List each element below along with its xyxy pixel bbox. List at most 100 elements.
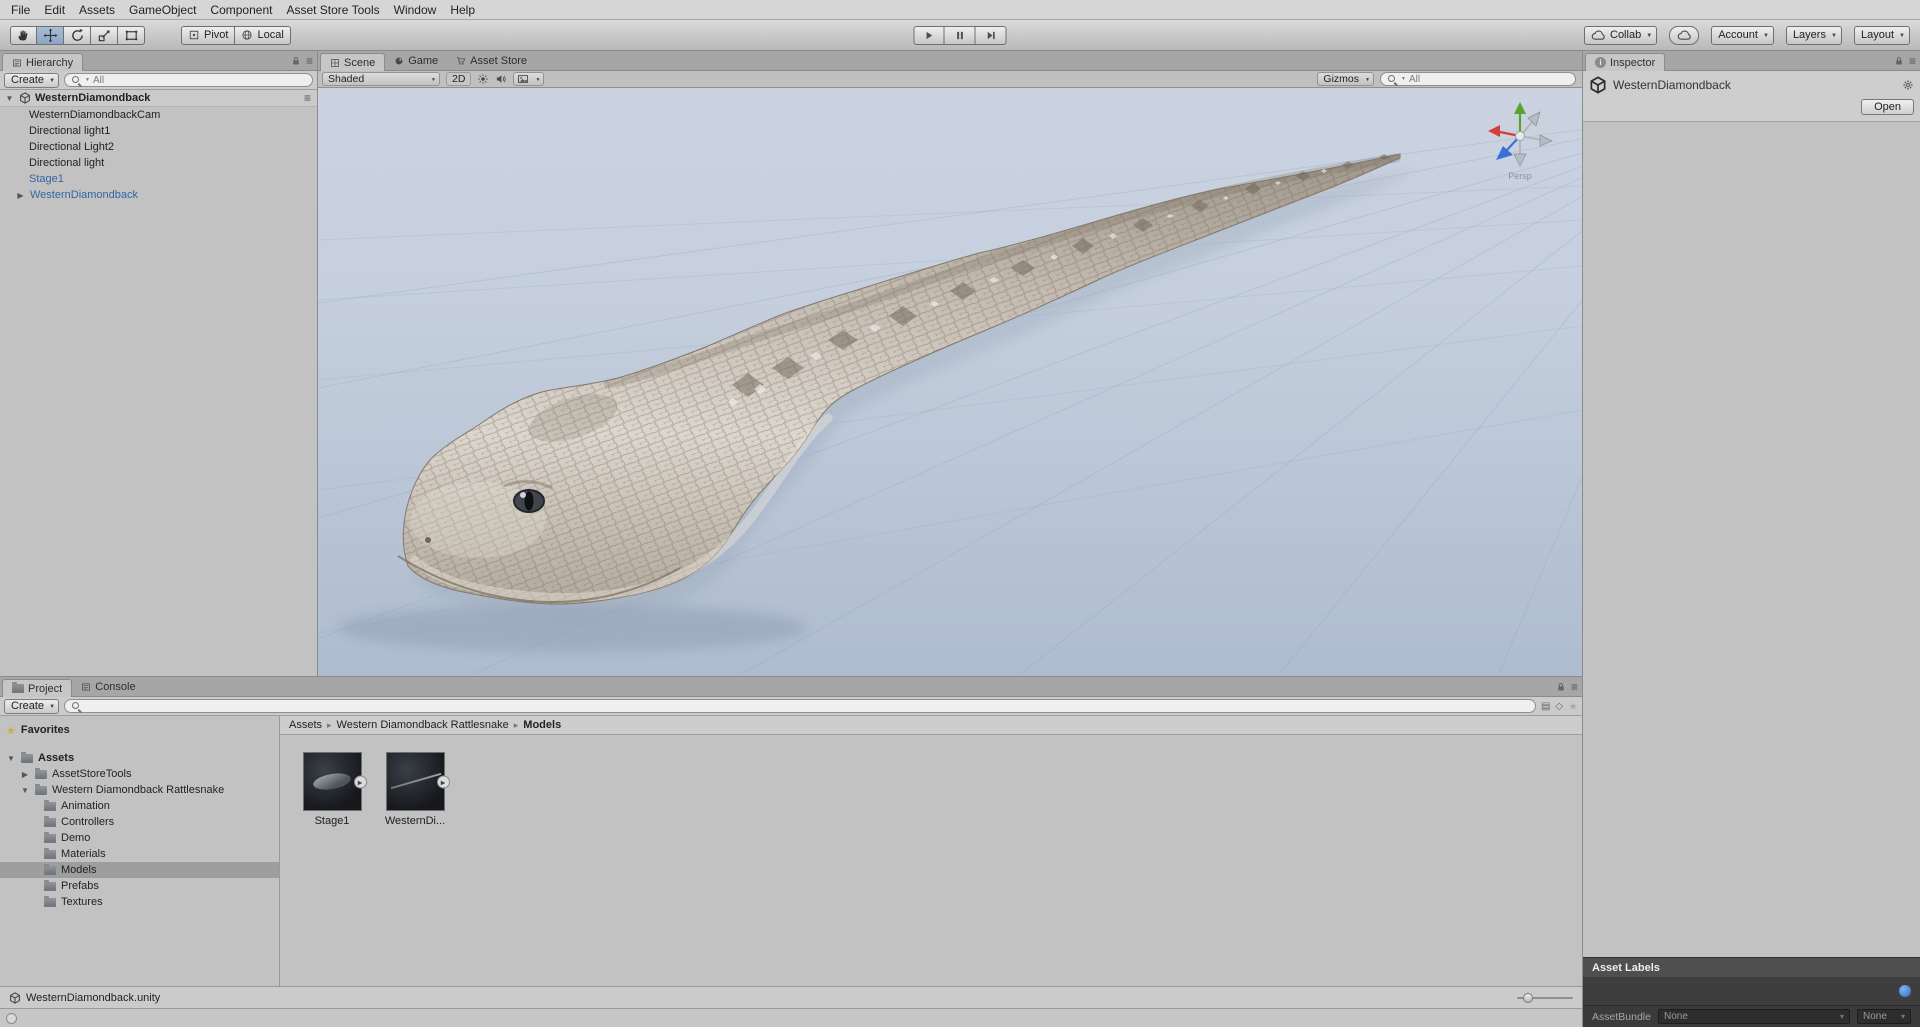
hierarchy-scene-row[interactable]: WesternDiamondback bbox=[0, 90, 317, 107]
folder-western-diamondback-rattlesnake[interactable]: Western Diamondback Rattlesnake bbox=[0, 782, 279, 798]
assetbundle-variant-dropdown[interactable]: None bbox=[1857, 1009, 1911, 1024]
foldout-open-icon[interactable] bbox=[4, 92, 15, 104]
breadcrumb-snake-folder[interactable]: Western Diamondback Rattlesnake bbox=[337, 719, 509, 731]
tab-inspector[interactable]: Inspector bbox=[1585, 53, 1666, 71]
panel-menu-icon[interactable] bbox=[1571, 680, 1578, 694]
scene-audio-icon[interactable] bbox=[495, 73, 507, 85]
menu-help[interactable]: Help bbox=[443, 1, 482, 19]
hierarchy-item-snake[interactable]: WesternDiamondback bbox=[0, 187, 317, 203]
local-toggle-button[interactable]: Local bbox=[235, 25, 291, 45]
expand-subassets-badge[interactable] bbox=[436, 775, 450, 788]
folder-assetstoretools[interactable]: AssetStoreTools bbox=[0, 766, 279, 782]
2d-toggle[interactable]: 2D bbox=[446, 72, 472, 86]
tab-scene[interactable]: Scene bbox=[320, 53, 386, 71]
folder-prefabs[interactable]: Prefabs bbox=[0, 878, 279, 894]
folder-animation[interactable]: Animation bbox=[0, 798, 279, 814]
gizmos-dropdown[interactable]: Gizmos bbox=[1317, 72, 1374, 86]
effects-dropdown[interactable] bbox=[513, 72, 545, 86]
folder-textures[interactable]: Textures bbox=[0, 894, 279, 910]
folder-demo[interactable]: Demo bbox=[0, 830, 279, 846]
layers-dropdown[interactable]: Layers bbox=[1785, 25, 1842, 45]
pivot-toggle-button[interactable]: Pivot bbox=[181, 25, 236, 45]
slider-knob[interactable] bbox=[1523, 992, 1533, 1003]
play-button[interactable] bbox=[913, 25, 945, 45]
foldout-open-icon[interactable] bbox=[20, 784, 30, 796]
breadcrumb-assets[interactable]: Assets bbox=[289, 719, 322, 731]
asset-item-westerndiamondback[interactable]: WesternDi... bbox=[382, 752, 450, 827]
asset-item-stage1[interactable]: Stage1 bbox=[299, 752, 367, 827]
menu-assets[interactable]: Assets bbox=[72, 1, 122, 19]
asset-thumbnail[interactable] bbox=[302, 752, 367, 811]
console-status-icon[interactable] bbox=[6, 1012, 17, 1024]
cloud-services-button[interactable] bbox=[1669, 25, 1700, 45]
folder-icon bbox=[44, 895, 56, 907]
breadcrumb-models[interactable]: Models bbox=[523, 719, 561, 731]
menu-asset-store-tools[interactable]: Asset Store Tools bbox=[279, 1, 386, 19]
unity-asset-icon bbox=[9, 992, 21, 1004]
scale-tool-button[interactable] bbox=[91, 25, 118, 45]
menu-window[interactable]: Window bbox=[387, 1, 444, 19]
expand-subassets-badge[interactable] bbox=[353, 775, 367, 788]
folder-models[interactable]: Models bbox=[0, 862, 279, 878]
foldout-closed-icon[interactable] bbox=[15, 189, 26, 201]
search-by-type-icon[interactable] bbox=[1541, 700, 1550, 712]
asset-label: WesternDi... bbox=[384, 815, 446, 827]
search-filter-arrow-icon[interactable]: ▼ bbox=[85, 77, 90, 83]
project-search-field[interactable] bbox=[64, 699, 1536, 713]
asset-thumbnail[interactable] bbox=[385, 752, 450, 811]
favorites-item[interactable]: Favorites bbox=[0, 722, 279, 738]
label-tag-icon[interactable] bbox=[1899, 985, 1911, 997]
account-dropdown[interactable]: Account bbox=[1711, 25, 1774, 45]
hierarchy-item-camera[interactable]: WesternDiamondbackCam bbox=[0, 107, 317, 123]
hierarchy-item-stage1[interactable]: Stage1 bbox=[0, 171, 317, 187]
hierarchy-item-light1[interactable]: Directional light1 bbox=[0, 123, 317, 139]
pause-button[interactable] bbox=[944, 25, 976, 45]
move-tool-button[interactable] bbox=[37, 25, 64, 45]
hierarchy-item-light2[interactable]: Directional Light2 bbox=[0, 139, 317, 155]
lock-icon[interactable] bbox=[1556, 682, 1566, 692]
tab-project[interactable]: Project bbox=[2, 679, 73, 697]
foldout-closed-icon[interactable] bbox=[20, 768, 30, 780]
search-by-label-icon[interactable] bbox=[1555, 700, 1563, 712]
gear-icon[interactable] bbox=[1902, 79, 1914, 91]
foldout-open-icon[interactable] bbox=[6, 752, 16, 764]
lock-icon[interactable] bbox=[291, 56, 301, 66]
layout-dropdown[interactable]: Layout bbox=[1853, 25, 1910, 45]
panel-menu-icon[interactable] bbox=[306, 54, 313, 68]
folder-materials[interactable]: Materials bbox=[0, 846, 279, 862]
hand-tool-button[interactable] bbox=[10, 25, 37, 45]
hierarchy-create-button[interactable]: Create bbox=[4, 72, 60, 88]
save-search-icon[interactable] bbox=[1568, 700, 1578, 713]
project-create-button[interactable]: Create bbox=[4, 698, 60, 714]
step-button[interactable] bbox=[975, 25, 1007, 45]
panel-menu-icon[interactable] bbox=[1909, 54, 1916, 68]
rotate-tool-button[interactable] bbox=[64, 25, 91, 45]
rect-tool-button[interactable] bbox=[118, 25, 145, 45]
hierarchy-item-light3[interactable]: Directional light bbox=[0, 155, 317, 171]
tab-asset-store[interactable]: Asset Store bbox=[447, 52, 536, 70]
asset-labels-header[interactable]: Asset Labels bbox=[1583, 957, 1920, 977]
scene-search-field[interactable]: ▼ All bbox=[1380, 72, 1576, 86]
menu-gameobject[interactable]: GameObject bbox=[122, 1, 203, 19]
tab-hierarchy[interactable]: Hierarchy bbox=[2, 53, 84, 71]
open-button[interactable]: Open bbox=[1861, 99, 1914, 115]
menu-component[interactable]: Component bbox=[203, 1, 279, 19]
projection-mode-label[interactable]: Persp bbox=[1480, 171, 1560, 181]
scene-viewport[interactable]: Persp bbox=[318, 88, 1582, 676]
folder-controllers[interactable]: Controllers bbox=[0, 814, 279, 830]
lock-icon[interactable] bbox=[1894, 56, 1904, 66]
menu-edit[interactable]: Edit bbox=[37, 1, 72, 19]
collab-button[interactable]: Collab bbox=[1584, 25, 1658, 45]
scene-lighting-icon[interactable] bbox=[477, 73, 489, 85]
search-filter-arrow-icon[interactable]: ▼ bbox=[1401, 76, 1406, 82]
assetbundle-dropdown[interactable]: None bbox=[1657, 1009, 1850, 1024]
tab-console[interactable]: Console bbox=[72, 678, 144, 696]
menu-file[interactable]: File bbox=[4, 1, 37, 19]
scene-context-menu-icon[interactable] bbox=[304, 91, 317, 105]
orientation-gizmo[interactable]: Persp bbox=[1480, 96, 1560, 181]
hierarchy-search-field[interactable]: ▼ All bbox=[64, 73, 313, 87]
thumbnail-size-slider[interactable] bbox=[1517, 992, 1573, 1004]
folder-assets[interactable]: Assets bbox=[0, 750, 279, 766]
tab-game[interactable]: Game bbox=[385, 52, 447, 70]
shading-mode-dropdown[interactable]: Shaded bbox=[322, 72, 440, 86]
